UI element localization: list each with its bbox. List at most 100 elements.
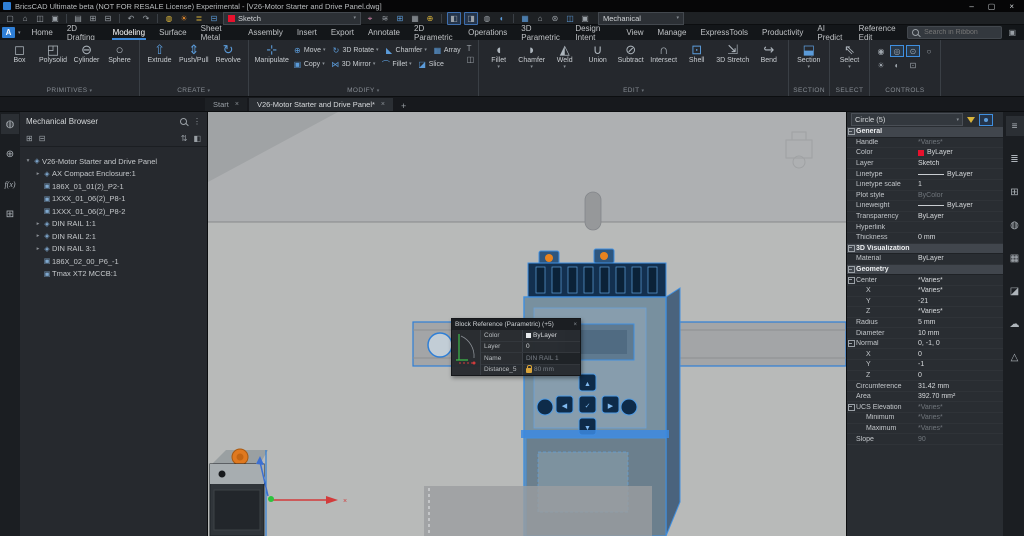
push-pull-icon[interactable]: ⇕ Push/Pull xyxy=(177,42,211,65)
lamp-icon[interactable]: ◍ xyxy=(163,13,175,24)
redo-icon[interactable]: ↷ xyxy=(140,13,152,24)
tree-chevron-icon[interactable]: ▸ xyxy=(34,221,42,227)
highlight-box-icon[interactable]: ◫ xyxy=(564,13,576,24)
box-select-icon[interactable]: ⊡ xyxy=(906,59,920,71)
osnap-toggle-icon[interactable]: ⊕ xyxy=(424,13,436,24)
close-button[interactable]: × xyxy=(1009,2,1014,11)
new-file-icon[interactable]: ▢ xyxy=(4,13,16,24)
ribbon-tab-ai-predict[interactable]: AI Predict xyxy=(810,24,851,42)
sort-icon[interactable]: ⇅ xyxy=(181,134,188,143)
property-value[interactable]: ByLayer xyxy=(918,149,1003,156)
ribbon-tab-2d-parametric[interactable]: 2D Parametric xyxy=(407,24,461,42)
quick-select-icon[interactable] xyxy=(979,113,993,126)
light-icon[interactable]: ☀ xyxy=(874,59,888,71)
maximize-button[interactable]: ▢ xyxy=(988,2,996,11)
mechanical-browser-icon[interactable]: ⊕ xyxy=(1,144,19,164)
shading-toggle-icon[interactable]: ◐ xyxy=(496,13,508,24)
expand-icon[interactable] xyxy=(848,403,855,411)
ribbon-tab-productivity[interactable]: Productivity xyxy=(755,25,810,40)
save-all-icon[interactable]: ▣ xyxy=(49,13,61,24)
property-value[interactable]: 0 xyxy=(918,372,1003,379)
materials-panel-icon[interactable]: ◪ xyxy=(1006,281,1024,301)
look-from-icon[interactable]: ◎ xyxy=(889,45,904,57)
shadow-icon[interactable]: ◐ xyxy=(890,59,904,71)
properties-panel-icon[interactable]: ≡ xyxy=(1005,116,1024,136)
print-icon[interactable]: ⊟ xyxy=(208,13,220,24)
panel-label[interactable]: PRIMITIVES ▾ xyxy=(4,86,135,96)
window-layout-icon[interactable]: ▣ xyxy=(579,13,591,24)
undo-icon[interactable]: ↶ xyxy=(125,13,137,24)
ribbon-tab-insert[interactable]: Insert xyxy=(290,25,324,40)
expand-icon[interactable] xyxy=(848,276,855,284)
ribbon-tab-view[interactable]: View xyxy=(619,25,650,40)
3d-viewport[interactable]: ▲ ◀ ▶ ▼ ✓ × Block Reference (Parametric)… xyxy=(208,112,846,536)
property-value[interactable]: 1 xyxy=(918,181,1003,188)
collapse-icon[interactable] xyxy=(848,266,855,274)
array-icon[interactable]: ▦ Array xyxy=(433,44,461,56)
camera-swivel-icon[interactable]: ◉ xyxy=(874,45,888,57)
panel-label[interactable]: SECTION xyxy=(793,86,825,96)
panel-wall[interactable] xyxy=(208,112,846,231)
close-icon[interactable]: × xyxy=(573,322,577,328)
chevron-down-icon[interactable]: ▾ xyxy=(848,64,851,70)
sheets-panel-icon[interactable]: ▦ xyxy=(1006,248,1024,268)
stretch-3d-icon[interactable]: ⇲ 3D Stretch xyxy=(714,42,751,65)
tree-item[interactable]: ▣ Tmax XT2 MCCB:1 xyxy=(20,268,207,281)
document-tab[interactable]: Start × xyxy=(205,98,247,111)
tooltip-row-value[interactable]: ByLayer xyxy=(522,330,580,341)
property-value[interactable]: 31.42 mm xyxy=(918,383,1003,390)
property-value[interactable]: Sketch xyxy=(918,160,1003,167)
copy-icon[interactable]: ▣ Copy ▾ xyxy=(293,58,325,70)
chevron-down-icon[interactable]: ▾ xyxy=(563,64,566,70)
property-value[interactable]: ByLayer xyxy=(918,202,1003,209)
edit-chamfer-icon[interactable]: ◗ Chamfer ▾ xyxy=(516,42,547,70)
layers-panel-icon[interactable]: ≣ xyxy=(1006,149,1024,169)
ribbon-tab-sheet-metal[interactable]: Sheet Metal xyxy=(194,24,242,42)
search-icon[interactable] xyxy=(180,117,187,125)
property-value[interactable]: 0 xyxy=(918,351,1003,358)
detail-toggle-icon[interactable]: ◧ xyxy=(193,134,201,143)
minimize-button[interactable]: – xyxy=(969,2,973,11)
select-icon[interactable]: ⇖ Select ▾ xyxy=(834,42,865,70)
group-by-icon[interactable]: ⊞ xyxy=(26,134,33,143)
panel-label[interactable]: CREATE ▾ xyxy=(144,86,244,96)
property-section-header[interactable]: 3D Visualization xyxy=(847,243,1003,255)
union-icon[interactable]: ∪ Union xyxy=(582,42,613,65)
property-value[interactable]: -1 xyxy=(918,361,1003,368)
chevron-down-icon[interactable]: ▾ xyxy=(530,64,533,70)
move-icon[interactable]: ⊕ Move ▾ xyxy=(293,44,326,56)
layers-icon[interactable]: ≣ xyxy=(193,13,205,24)
revolve-icon[interactable]: ↻ Revolve xyxy=(213,42,244,65)
tree-item[interactable]: ▸ ◈ DIN RAIL 1:1 xyxy=(20,218,207,231)
sun-icon[interactable]: ☀ xyxy=(178,13,190,24)
settings-gear-icon[interactable]: ⊛ xyxy=(549,13,561,24)
slice-icon[interactable]: ◪ Slice xyxy=(418,58,443,70)
property-section-header[interactable]: General xyxy=(847,127,1003,138)
cylinder-icon[interactable]: ⊖ Cylinder xyxy=(71,42,102,65)
tooltip-row-value[interactable]: 80 mm xyxy=(522,364,580,375)
expand-icon[interactable] xyxy=(848,340,855,348)
property-value[interactable]: 10 mm xyxy=(918,330,1003,337)
tree-chevron-icon[interactable]: ▸ xyxy=(34,233,42,239)
tips-icon[interactable]: ◍ xyxy=(1,114,19,134)
blocks-panel-icon[interactable]: ⊞ xyxy=(1006,182,1024,202)
panel-label[interactable]: MODIFY ▾ xyxy=(253,86,475,96)
tree-item[interactable]: ▣ 186X_02_00_P6_-1 xyxy=(20,255,207,268)
property-value[interactable]: *Varies* xyxy=(918,139,1003,146)
convert-icon[interactable]: ◫ xyxy=(467,55,475,64)
property-value[interactable]: 5 mm xyxy=(918,319,1003,326)
annotation-monitor-icon[interactable]: ⌖ xyxy=(364,13,376,24)
property-value[interactable]: ByLayer xyxy=(918,213,1003,220)
property-value[interactable]: *Varies* xyxy=(918,425,1003,432)
rollover-tips-icon[interactable]: ◨ xyxy=(464,11,478,25)
selection-type-dropdown[interactable]: Circle (5) ▾ xyxy=(851,113,963,126)
panel-label[interactable]: CONTROLS xyxy=(874,86,936,96)
property-value[interactable]: *Varies* xyxy=(918,308,1003,315)
tooltip-row-value[interactable]: 0 xyxy=(522,341,580,352)
property-value[interactable]: ByLayer xyxy=(918,171,1003,178)
property-value[interactable]: *Varies* xyxy=(918,404,1003,411)
layer-dropdown[interactable]: Sketch ▾ xyxy=(223,11,361,25)
attachments-panel-icon[interactable]: ◍ xyxy=(1006,215,1024,235)
new-sheet-icon[interactable]: ▤ xyxy=(72,13,84,24)
close-icon[interactable]: × xyxy=(235,101,239,108)
